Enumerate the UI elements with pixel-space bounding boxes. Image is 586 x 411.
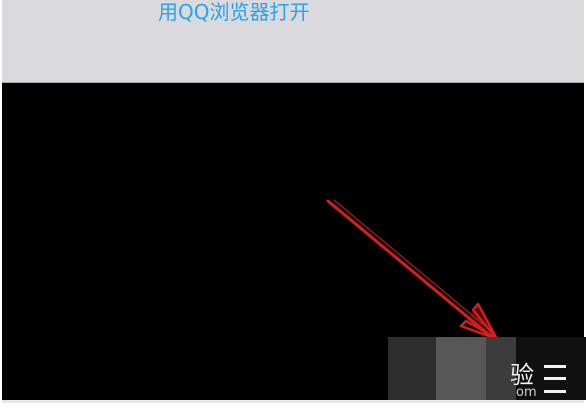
action-sheet: 用QQ浏览器打开 (2, 0, 584, 83)
screen: 用QQ浏览器打开 验 om (0, 0, 586, 411)
bottom-shade (2, 400, 584, 403)
bottom-edge (0, 400, 586, 411)
menu-lines-icon (544, 365, 566, 393)
open-in-qq-browser-option[interactable]: 用QQ浏览器打开 (158, 0, 309, 27)
watermark-suffix: om (516, 385, 537, 400)
